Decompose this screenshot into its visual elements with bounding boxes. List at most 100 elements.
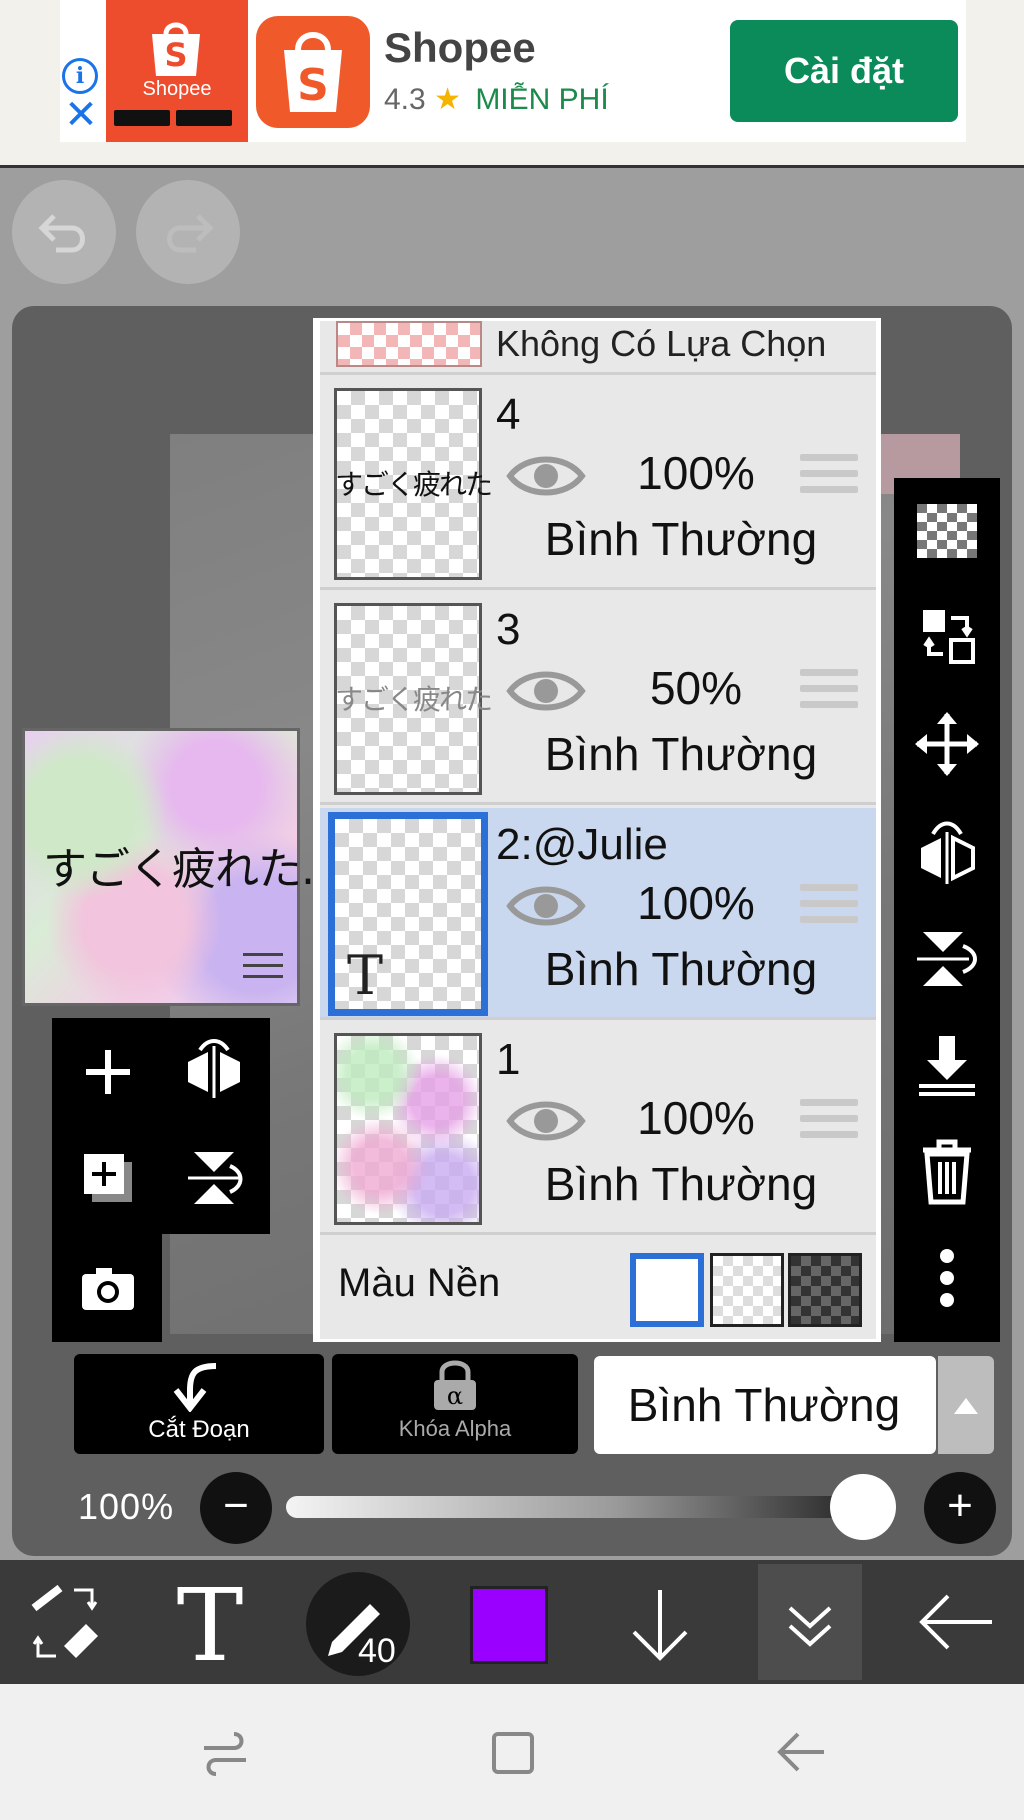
svg-text:S: S <box>164 36 187 74</box>
drag-handle-icon[interactable] <box>800 669 858 717</box>
ad-tile-brand: Shopee <box>142 78 212 100</box>
layers-panel-button[interactable] <box>758 1564 862 1680</box>
canvas-thumbnail[interactable]: すごく疲れた... <box>22 728 341 1006</box>
clipping-button[interactable]: Cắt Đoạn <box>74 1354 324 1454</box>
layer-blend-mode[interactable]: Bình Thường <box>496 727 866 781</box>
camera-palette <box>52 1234 162 1342</box>
move-button[interactable] <box>907 704 987 784</box>
layer-name: 4 <box>496 390 521 439</box>
flip-vertical-layer-button[interactable] <box>174 1138 254 1218</box>
back-button[interactable] <box>916 1560 996 1684</box>
swap-layer-button[interactable] <box>907 596 987 676</box>
move-down-button[interactable] <box>620 1560 700 1684</box>
ad-banner[interactable]: i ✕ S Shopee S Shopee 4.3 ★ MIỄN PHÍ Cài… <box>0 0 1024 168</box>
selection-layer-row[interactable]: Không Có Lựa Chọn <box>320 321 876 375</box>
install-button[interactable]: Cài đặt <box>730 20 958 122</box>
system-nav-bar <box>0 1684 1024 1820</box>
layer-row-1[interactable]: 1 100% Bình Thường <box>320 1023 876 1235</box>
drag-handle-icon[interactable] <box>800 884 858 932</box>
swap-icon <box>923 610 975 664</box>
alpha-lock-label: Khóa Alpha <box>398 1416 512 1441</box>
opacity-slider-track[interactable] <box>286 1496 886 1518</box>
layer-thumbnail-text: すごく疲れた <box>335 684 493 715</box>
undo-button[interactable] <box>12 180 116 284</box>
ad-brand-tile[interactable]: S Shopee <box>106 0 248 142</box>
drag-handle-icon[interactable] <box>800 454 858 502</box>
blend-dropdown-arrow[interactable] <box>938 1356 994 1454</box>
layer-row-4[interactable]: すごく疲れた 4 100% Bình Thường <box>320 378 876 590</box>
layer-thumbnail[interactable]: すごく疲れた <box>334 388 493 580</box>
text-tool-icon: T <box>177 1567 244 1684</box>
shopee-app-icon[interactable]: S <box>256 16 370 128</box>
layer-row-3[interactable]: すごく疲れた 3 50% Bình Thường <box>320 593 876 805</box>
layer-opacity[interactable]: 100% <box>606 1091 786 1145</box>
transparency-button[interactable] <box>907 490 987 570</box>
eye-icon[interactable] <box>506 450 586 502</box>
layer-row-2-active[interactable]: T 2:@Julie 100% Bình Thường <box>320 808 876 1020</box>
opacity-decrease-button[interactable]: − <box>200 1472 272 1544</box>
flip-horizontal-layer-button[interactable] <box>174 1032 254 1112</box>
undo-icon <box>38 214 85 253</box>
blend-mode-select[interactable]: Bình Thường <box>594 1356 994 1454</box>
layer-name: 2:@Julie <box>496 820 668 869</box>
flip-vertical-icon <box>188 1152 243 1204</box>
brush-eraser-swap-icon <box>31 1584 98 1658</box>
plus-icon <box>86 1050 130 1094</box>
delete-layer-button[interactable] <box>907 1130 987 1210</box>
eye-icon[interactable] <box>506 665 586 717</box>
eye-icon[interactable] <box>506 1095 586 1147</box>
trash-icon <box>923 1139 971 1205</box>
layer-opacity[interactable]: 100% <box>606 876 786 930</box>
background-dark-swatch[interactable] <box>788 1253 862 1327</box>
layer-blend-mode[interactable]: Bình Thường <box>496 942 866 996</box>
triangle-up-icon <box>954 1398 978 1414</box>
clip-arrow-icon <box>173 1363 217 1412</box>
layer-thumbnail[interactable]: すごく疲れた <box>334 603 493 795</box>
recent-apps-icon[interactable] <box>198 1728 252 1776</box>
redo-button[interactable] <box>136 180 240 284</box>
opacity-slider-knob[interactable] <box>829 1474 896 1540</box>
layer-blend-mode[interactable]: Bình Thường <box>496 512 866 566</box>
home-icon[interactable] <box>488 1728 538 1778</box>
layer-name: 1 <box>496 1035 521 1084</box>
color-picker-button[interactable] <box>470 1586 548 1664</box>
add-layer-button[interactable] <box>68 1032 148 1112</box>
duplicate-layer-button[interactable] <box>68 1138 148 1218</box>
ad-info-icon[interactable]: i <box>62 58 98 94</box>
eye-icon[interactable] <box>506 880 586 932</box>
selection-thumbnail <box>336 321 482 367</box>
flip-horizontal-icon <box>921 821 975 884</box>
redo-icon <box>167 214 214 253</box>
move-icon <box>915 712 979 776</box>
merge-down-button[interactable] <box>907 1024 987 1104</box>
flip-horizontal-button[interactable] <box>907 812 987 892</box>
arrow-down-icon <box>632 1590 688 1661</box>
background-white-swatch[interactable] <box>630 1253 704 1327</box>
flip-horizontal-icon <box>188 1039 240 1098</box>
layer-action-palette <box>52 1018 270 1234</box>
select-tool-button[interactable] <box>20 1560 110 1684</box>
layer-opacity[interactable]: 100% <box>606 446 786 500</box>
drag-handle-icon[interactable] <box>800 1099 858 1147</box>
flip-vertical-button[interactable] <box>907 918 987 998</box>
flip-vertical-icon <box>917 932 977 986</box>
rating-value: 4.3 <box>384 83 426 116</box>
alpha-lock-button[interactable]: α Khóa Alpha <box>332 1354 578 1454</box>
background-transparent-swatch[interactable] <box>710 1253 784 1327</box>
opacity-increase-button[interactable]: + <box>924 1472 996 1544</box>
ad-app-name[interactable]: Shopee <box>384 24 536 72</box>
star-icon: ★ <box>434 83 461 116</box>
svg-text:α: α <box>447 1382 463 1410</box>
text-tool-button[interactable]: T <box>170 1560 260 1684</box>
ad-close-icon[interactable]: ✕ <box>64 95 98 135</box>
layer-blend-mode[interactable]: Bình Thường <box>496 1157 866 1211</box>
blend-mode-value: Bình Thường <box>627 1379 901 1431</box>
more-options-button[interactable] <box>907 1238 987 1318</box>
import-photo-button[interactable] <box>68 1248 148 1328</box>
back-nav-icon[interactable] <box>774 1728 828 1776</box>
layer-opacity-label: 100% <box>78 1486 175 1527</box>
ad-price: MIỄN PHÍ <box>475 83 609 116</box>
layer-thumbnail[interactable] <box>334 1033 482 1225</box>
layer-thumbnail[interactable]: T <box>328 812 488 1016</box>
layer-opacity[interactable]: 50% <box>606 661 786 715</box>
